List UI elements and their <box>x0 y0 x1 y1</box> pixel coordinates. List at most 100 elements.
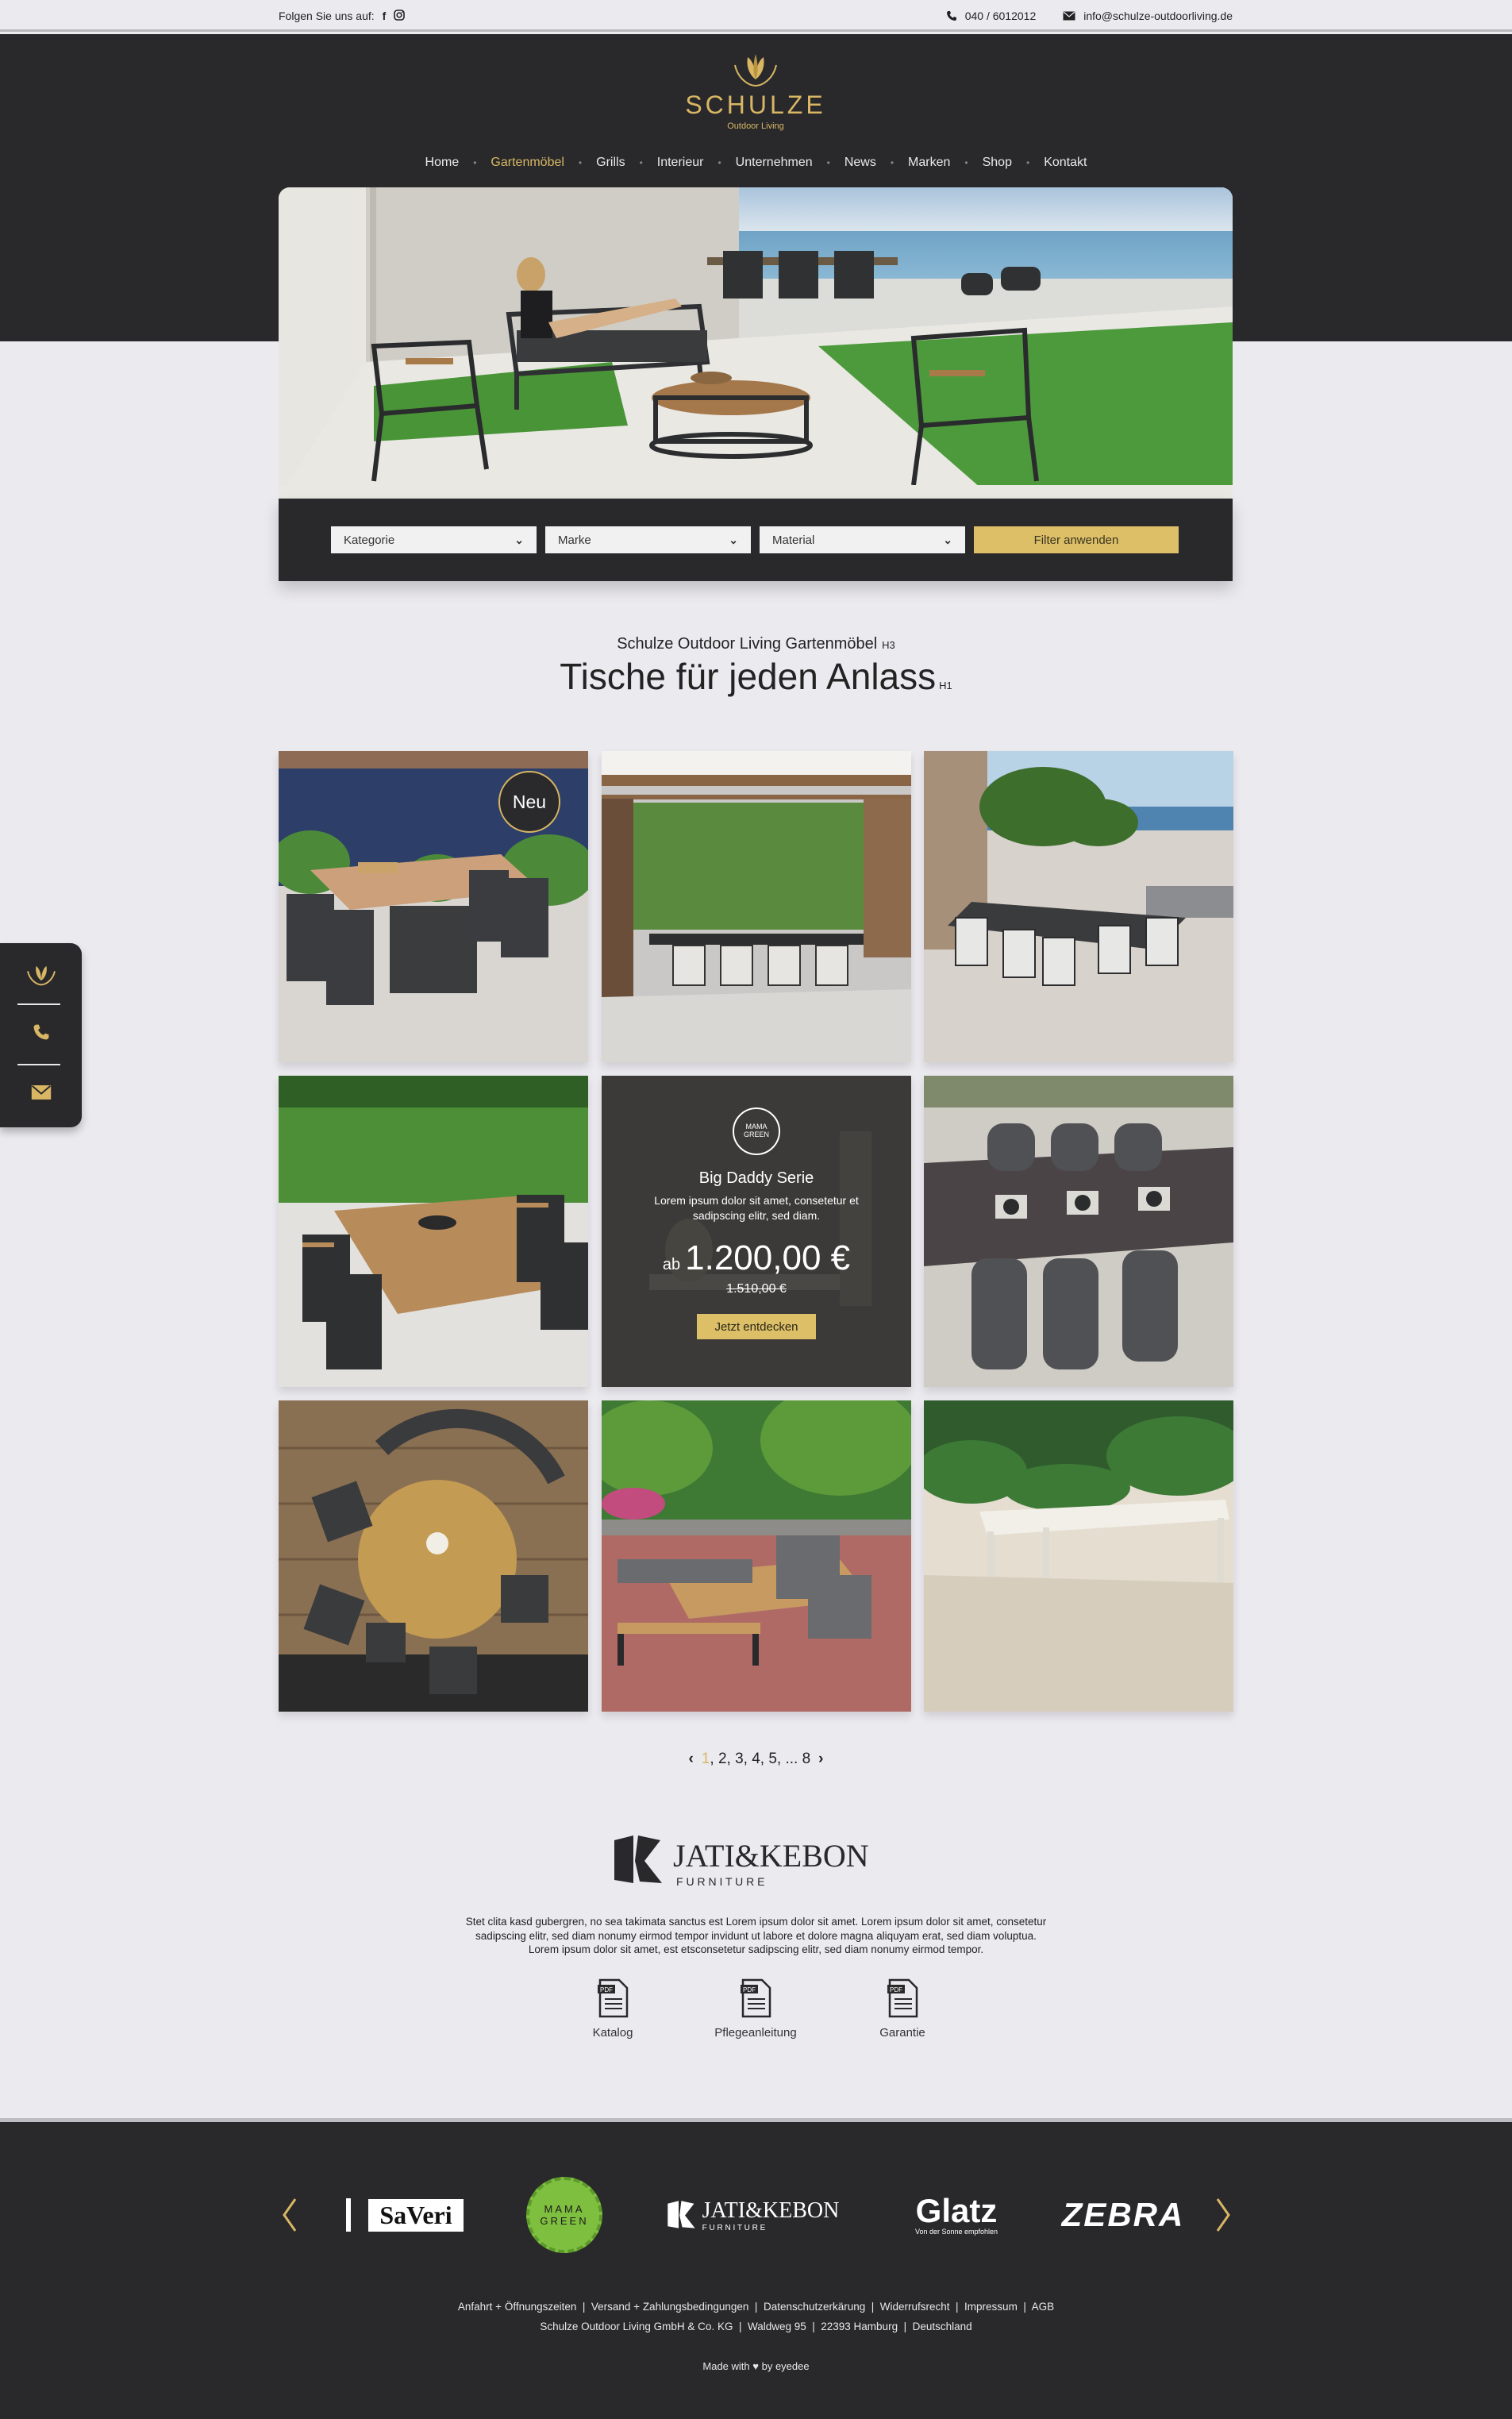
chevron-left-icon[interactable]: ‹ <box>689 1751 694 1768</box>
current-page[interactable]: 1 <box>702 1751 710 1767</box>
brand-zebra-logo[interactable]: ZEBRA <box>1056 2191 1191 2239</box>
product-tile[interactable] <box>279 1076 588 1387</box>
email-link[interactable]: info@schulze-outdoorliving.de <box>1063 10 1233 22</box>
section-subtitle: Schulze Outdoor Living Gartenmöbel H3 <box>0 635 1512 653</box>
promo-price: ab 1.200,00 € <box>602 1238 911 1278</box>
marke-select-value: Marke <box>558 533 591 547</box>
jati-kebon-logo: JATI&KEBON F U R N I T U R E <box>611 1834 901 1889</box>
doc-label: Katalog <box>592 2026 633 2040</box>
phone-number: 040 / 6012012 <box>964 10 1037 22</box>
side-email-button[interactable] <box>0 1069 82 1116</box>
instagram-icon[interactable] <box>394 9 406 23</box>
nav-item-home[interactable]: Home <box>411 156 474 170</box>
price-value: 1.200,00 € <box>685 1238 851 1277</box>
nav-item-shop[interactable]: Shop <box>968 156 1026 170</box>
chevron-down-icon: ⌄ <box>514 533 524 546</box>
brand-description-line: Stet clita kasd gubergren, no sea takima… <box>465 1916 1047 1928</box>
nav-item-kontakt[interactable]: Kontakt <box>1029 156 1101 170</box>
site-logo[interactable]: SCHULZE Outdoor Living <box>676 48 835 139</box>
price-prefix: ab <box>662 1256 681 1273</box>
side-logo-button[interactable] <box>0 949 82 997</box>
brand-glatz-logo[interactable]: Glatz Von der Sonne empfohlen <box>889 2191 1024 2239</box>
pagination-pages[interactable]: 1, 2, 3, 4, 5, ... 8 <box>702 1751 810 1768</box>
pdf-text: PDF <box>743 1986 756 1993</box>
footer-address: Schulze Outdoor Living GmbH & Co. KG | W… <box>540 2321 972 2332</box>
side-phone-button[interactable] <box>0 1008 82 1056</box>
material-select[interactable]: Material ⌄ <box>760 526 965 553</box>
doc-pflegeanleitung[interactable]: PDF Pflegeanleitung <box>692 1978 819 2040</box>
doc-katalog[interactable]: PDF Katalog <box>549 1978 676 2040</box>
product-tile[interactable] <box>602 751 911 1062</box>
nav-item-grills[interactable]: Grills <box>582 156 639 170</box>
top-bar: Folgen Sie uns auf: f 040 / 6012012 info… <box>0 0 1512 32</box>
nav-item-gartenmoebel[interactable]: Gartenmöbel <box>476 156 579 170</box>
apply-filter-button[interactable]: Filter anwenden <box>974 526 1179 553</box>
pagination: ‹ 1, 2, 3, 4, 5, ... 8 › <box>0 1751 1512 1768</box>
badge-line2: GREEN <box>743 1131 769 1138</box>
new-badge: Neu <box>498 771 560 833</box>
side-contact-widget <box>0 943 82 1127</box>
footer-links[interactable]: Anfahrt + Öffnungszeiten | Versand + Zah… <box>0 2301 1512 2313</box>
nav-item-marken[interactable]: Marken <box>894 156 964 170</box>
promo-description: Lorem ipsum dolor sit amet, consetetur e… <box>654 1194 859 1222</box>
pdf-text: PDF <box>600 1986 613 1993</box>
zebra-text: ZEBRA <box>1061 2196 1185 2233</box>
product-tile[interactable] <box>924 751 1233 1062</box>
brand-jati-kebon-logo[interactable]: JATI&KEBON F U R N I T U R E <box>657 2191 848 2239</box>
envelope-icon <box>31 1085 51 1100</box>
jati-text: JATI&KEBON <box>702 2198 840 2223</box>
glatz-tag: Von der Sonne empfohlen <box>914 2228 998 2236</box>
nav-item-unternehmen[interactable]: Unternehmen <box>721 156 827 170</box>
material-select-value: Material <box>772 533 815 547</box>
brand-saveri-logo[interactable]: SaVeri <box>325 2191 484 2239</box>
glatz-text: Glatz <box>915 2192 998 2229</box>
brand-name: JATI&KEBON <box>673 1838 869 1874</box>
nav-item-news[interactable]: News <box>830 156 891 170</box>
phone-link[interactable]: 040 / 6012012 <box>946 10 1037 22</box>
divider <box>17 1064 60 1065</box>
made-by[interactable]: by eyedee <box>762 2360 810 2372</box>
chevron-right-icon[interactable]: › <box>818 1751 823 1768</box>
brand-mamagreen-logo[interactable]: MAMA GREEN <box>521 2177 608 2253</box>
doc-label: Pflegeanleitung <box>714 2026 797 2040</box>
brand-description-line: Lorem ipsum dolor sit amet, est etsconse… <box>528 1943 984 1956</box>
hero-image <box>279 187 1233 499</box>
pdf-text: PDF <box>890 1986 902 1993</box>
promo-old-price: 1.510,00 € <box>726 1282 787 1296</box>
subtitle-text: Schulze Outdoor Living Gartenmöbel <box>617 635 878 653</box>
nav-item-interieur[interactable]: Interieur <box>643 156 718 170</box>
product-tile[interactable] <box>602 1400 911 1712</box>
carousel-prev-icon[interactable] <box>278 2196 302 2234</box>
promo-title: Big Daddy Serie <box>698 1169 814 1187</box>
title-text: Tische für jeden Anlass <box>560 656 937 697</box>
leaf-icon <box>26 965 56 986</box>
leaf-logo-icon <box>730 48 781 89</box>
product-tile[interactable]: Neu <box>279 751 588 1062</box>
marke-select[interactable]: Marke ⌄ <box>545 526 751 553</box>
jati-mark-icon <box>667 2201 695 2228</box>
title-tag: H1 <box>939 680 952 691</box>
product-tile[interactable] <box>279 1400 588 1712</box>
other-pages[interactable]: , 2, 3, 4, 5, ... 8 <box>710 1751 810 1767</box>
envelope-icon <box>1063 11 1075 21</box>
pdf-icon: PDF <box>740 1978 771 2018</box>
carousel-next-icon[interactable] <box>1211 2196 1235 2234</box>
pdf-icon: PDF <box>887 1978 918 2018</box>
page-title: Tische für jeden Anlass H1 <box>0 655 1512 698</box>
divider <box>17 1003 60 1005</box>
product-tile[interactable] <box>924 1076 1233 1387</box>
doc-label: Garantie <box>879 2026 925 2040</box>
facebook-icon[interactable]: f <box>383 10 387 22</box>
promo-tile[interactable]: MAMA GREEN Big Daddy Serie Lorem ipsum d… <box>602 1076 911 1387</box>
product-tile[interactable] <box>924 1400 1233 1712</box>
heart-icon: ♥ <box>752 2360 759 2372</box>
footer <box>0 2118 1512 2419</box>
phone-icon <box>946 11 956 21</box>
doc-garantie[interactable]: PDF Garantie <box>839 1978 966 2040</box>
pdf-icon: PDF <box>597 1978 629 2018</box>
made-with: Made with ♥ by eyedee <box>0 2360 1512 2372</box>
mamagreen-badge-icon: MAMA GREEN <box>733 1107 780 1155</box>
kategorie-select[interactable]: Kategorie ⌄ <box>331 526 537 553</box>
promo-cta-button[interactable]: Jetzt entdecken <box>697 1314 816 1339</box>
mamagreen-line2: GREEN <box>540 2215 589 2227</box>
